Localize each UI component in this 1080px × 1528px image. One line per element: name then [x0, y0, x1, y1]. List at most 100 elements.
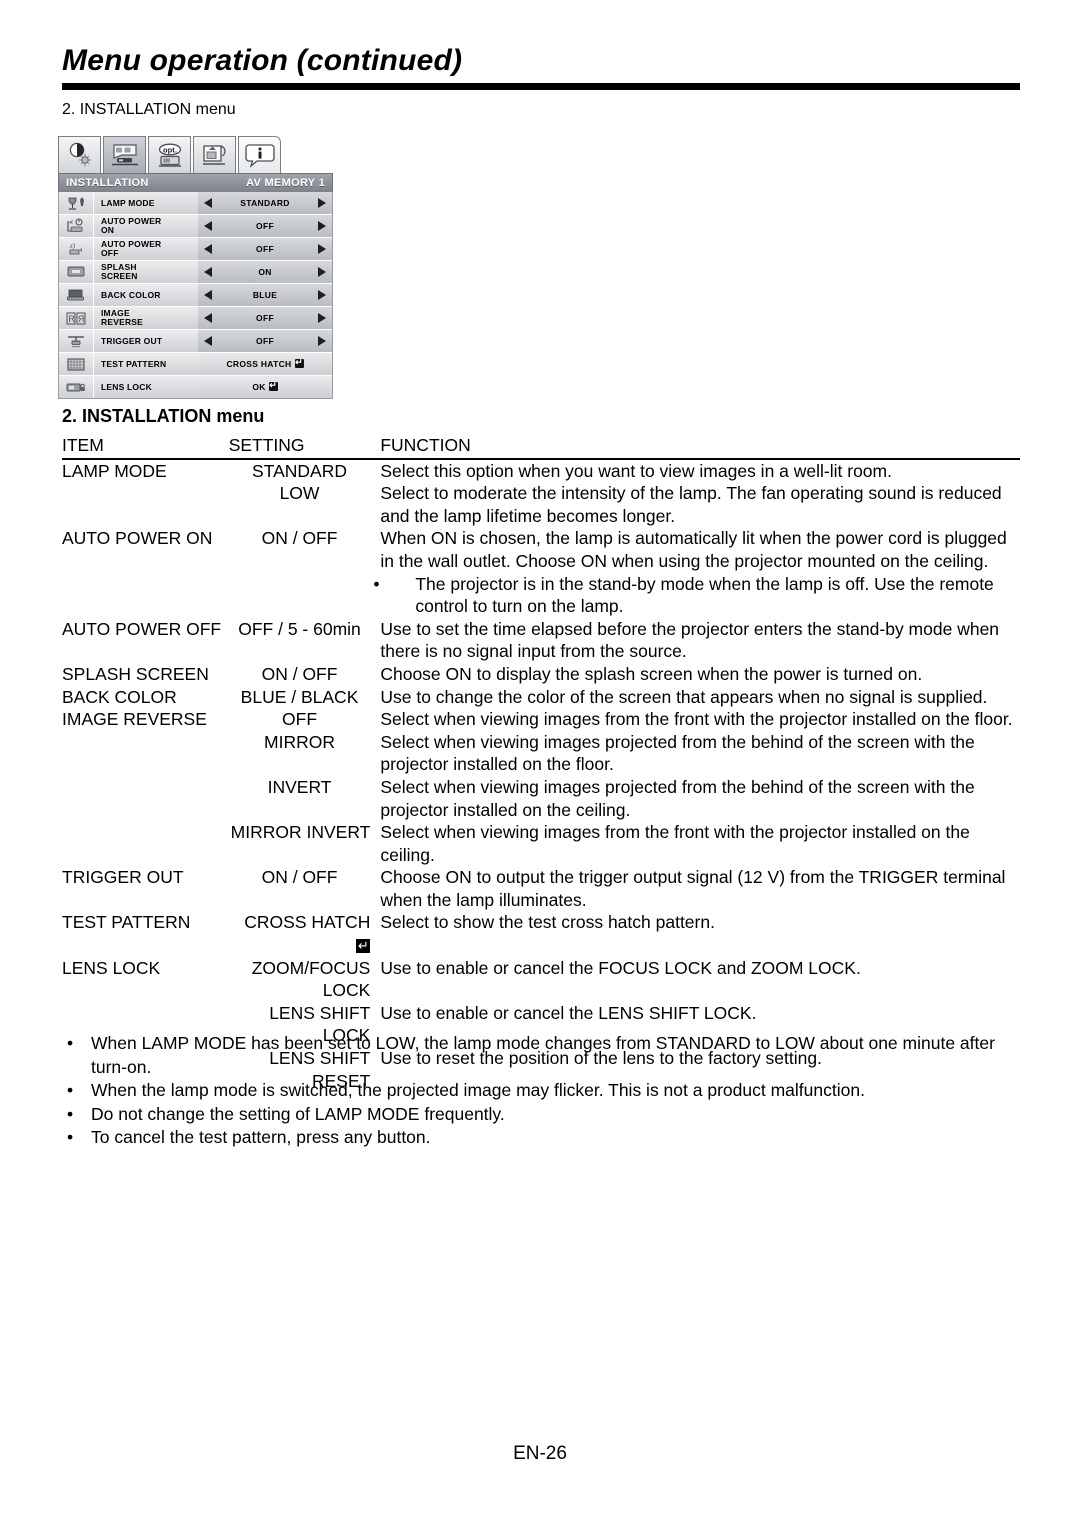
right-arrow-icon[interactable]	[318, 267, 326, 277]
svg-text:opt.: opt.	[163, 145, 177, 154]
osd-label-trigger-out: TRIGGER OUT	[94, 330, 198, 352]
table-row: SPLASH SCREEN ON / OFF Choose ON to disp…	[62, 663, 1020, 686]
osd-tab-information[interactable]	[238, 136, 281, 173]
osd-row-back-color[interactable]: BACK COLOR BLUE	[59, 284, 332, 307]
left-arrow-icon[interactable]	[204, 267, 212, 277]
osd-row-auto-power-off[interactable]: z) AUTO POWER OFF OFF	[59, 238, 332, 261]
opt-icon: opt.	[158, 143, 181, 167]
back-color-icon	[59, 284, 94, 306]
left-arrow-icon[interactable]	[204, 290, 212, 300]
osd-value-lamp-mode[interactable]: STANDARD	[198, 192, 332, 214]
table-body: LAMP MODE STANDARD Select this option wh…	[62, 459, 1020, 1093]
osd-value-text: BLUE	[252, 290, 278, 300]
right-arrow-icon[interactable]	[318, 313, 326, 323]
osd-value-auto-power-off[interactable]: OFF	[198, 238, 332, 260]
osd-row-trigger-out[interactable]: TRIGGER OUT OFF	[59, 330, 332, 353]
osd-label-splash-screen: SPLASH SCREEN	[94, 261, 198, 283]
osd-row-auto-power-on[interactable]: AUTO POWER ON OFF	[59, 215, 332, 238]
cell-setting: ZOOM/FOCUS LOCK	[251, 957, 371, 1001]
osd-row-list: LAMP MODE STANDARD AUTO POWER ON OFF z) …	[58, 192, 333, 399]
section-caption: 2. INSTALLATION menu	[62, 101, 236, 118]
table-row: LOW Select to moderate the intensity of …	[62, 482, 1020, 527]
osd-row-lens-lock[interactable]: LENS LOCK OK	[59, 376, 332, 398]
osd-value-test-pattern[interactable]: CROSS HATCH	[198, 353, 332, 375]
cell-setting: ON / OFF	[261, 867, 338, 888]
left-arrow-icon[interactable]	[204, 244, 212, 254]
title-rule	[62, 83, 1020, 90]
cell-item: AUTO POWER OFF	[62, 618, 222, 639]
cell-function: Select when viewing images projected fro…	[380, 776, 975, 820]
osd-value-image-reverse[interactable]: OFF	[198, 307, 332, 329]
installation-menu-table: ITEM SETTING FUNCTION LAMP MODE STANDARD…	[62, 434, 1020, 1092]
left-arrow-icon[interactable]	[204, 313, 212, 323]
table-heading-bold: 2. INSTALLATION	[62, 406, 212, 426]
osd-value-back-color[interactable]: BLUE	[198, 284, 332, 306]
lamp-icon	[59, 192, 94, 214]
cell-function: Select when viewing images from the fron…	[380, 709, 1013, 730]
left-arrow-icon[interactable]	[204, 221, 212, 231]
cell-function: Use to enable or cancel the FOCUS LOCK a…	[380, 957, 861, 978]
enter-key-icon	[356, 937, 371, 954]
osd-tab-image[interactable]	[58, 136, 101, 173]
osd-menu-screenshot: opt. INSTALLATION AV MEMORY 1 LAMP MODE …	[58, 133, 333, 399]
contrast-brightness-icon	[69, 142, 91, 167]
osd-value-auto-power-on[interactable]: OFF	[198, 215, 332, 237]
osd-label-line2: REVERSE	[101, 317, 144, 327]
table-row: MIRROR Select when viewing images projec…	[62, 731, 1020, 776]
osd-label-auto-power-off: AUTO POWER OFF	[94, 238, 198, 260]
osd-title-bar: INSTALLATION AV MEMORY 1	[58, 173, 333, 192]
osd-menu-title: INSTALLATION	[66, 177, 149, 189]
column-header-item: ITEM	[62, 434, 229, 460]
right-arrow-icon[interactable]	[318, 244, 326, 254]
test-pattern-icon	[59, 353, 94, 375]
cell-setting: ON / OFF	[261, 528, 338, 549]
info-icon	[244, 144, 275, 168]
osd-tab-feature[interactable]	[193, 136, 236, 173]
cell-function: When ON is chosen, the lamp is automatic…	[370, 527, 1020, 617]
right-arrow-icon[interactable]	[318, 290, 326, 300]
osd-label-lens-lock: LENS LOCK	[94, 376, 198, 398]
cell-setting: ON / OFF	[261, 663, 338, 684]
osd-tab-installation[interactable]	[103, 136, 146, 173]
cell-item: BACK COLOR	[62, 686, 177, 707]
cell-item: LENS LOCK	[62, 957, 161, 978]
right-arrow-icon[interactable]	[318, 198, 326, 208]
osd-value-text: OFF	[256, 336, 274, 346]
osd-value-splash-screen[interactable]: ON	[198, 261, 332, 283]
cell-function-text: When ON is chosen, the lamp is automatic…	[380, 528, 1007, 571]
osd-row-splash-screen[interactable]: SPLASH SCREEN ON	[59, 261, 332, 284]
page-header: Menu operation (continued)	[62, 44, 1020, 90]
right-arrow-icon[interactable]	[318, 221, 326, 231]
cell-item	[62, 776, 229, 821]
osd-value-text: OK	[252, 382, 266, 392]
osd-label-line2: SCREEN	[101, 271, 138, 281]
cell-item: AUTO POWER ON	[62, 528, 213, 549]
auto-power-off-icon: z)	[59, 238, 94, 260]
table-row: MIRROR INVERT Select when viewing images…	[62, 821, 1020, 866]
cell-function: Use to set the time elapsed before the p…	[380, 618, 1000, 662]
osd-value-trigger-out[interactable]: OFF	[198, 330, 332, 352]
cell-setting: INVERT	[267, 776, 332, 797]
osd-row-lamp-mode[interactable]: LAMP MODE STANDARD	[59, 192, 332, 215]
osd-label-line2: OFF	[101, 248, 119, 258]
osd-row-image-reverse[interactable]: R R IMAGE REVERSE OFF	[59, 307, 332, 330]
cell-function: Select to show the test cross hatch patt…	[380, 912, 715, 933]
osd-value-text: ON	[258, 267, 272, 277]
cell-setting: BLUE / BLACK	[240, 686, 359, 707]
osd-tab-option[interactable]: opt.	[148, 136, 191, 173]
table-header: ITEM SETTING FUNCTION	[62, 434, 1020, 460]
osd-tab-strip: opt.	[58, 133, 333, 173]
osd-value-text: OFF	[256, 221, 274, 231]
osd-row-test-pattern[interactable]: TEST PATTERN CROSS HATCH	[59, 353, 332, 376]
table-heading: 2. INSTALLATION menu	[62, 406, 264, 427]
table-row: IMAGE REVERSE OFF Select when viewing im…	[62, 708, 1020, 731]
table-row: LAMP MODE STANDARD Select this option wh…	[62, 459, 1020, 483]
osd-value-lens-lock[interactable]: OK	[198, 376, 332, 398]
right-arrow-icon[interactable]	[318, 336, 326, 346]
osd-value-text: CROSS HATCH	[226, 359, 292, 369]
osd-memory-label: AV MEMORY 1	[246, 177, 325, 189]
cell-function: Select to moderate the intensity of the …	[380, 483, 1002, 526]
svg-text:R: R	[68, 314, 75, 324]
left-arrow-icon[interactable]	[204, 336, 212, 346]
left-arrow-icon[interactable]	[204, 198, 212, 208]
